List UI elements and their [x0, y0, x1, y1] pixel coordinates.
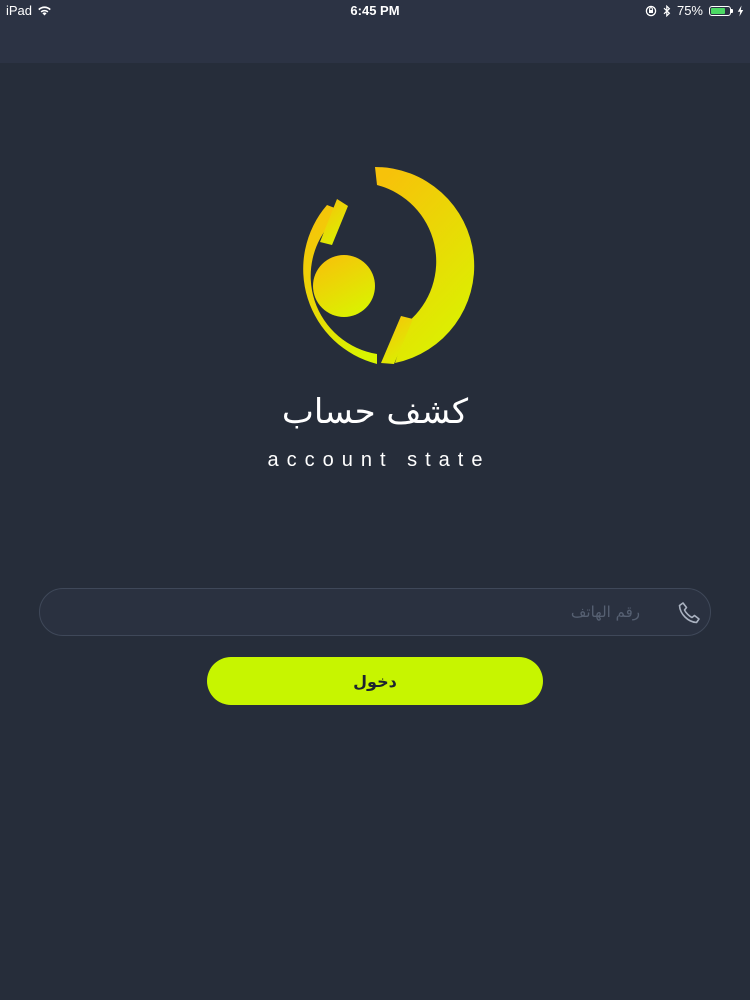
navigation-bar [0, 22, 750, 63]
battery-icon [709, 5, 733, 16]
phone-icon [678, 602, 700, 624]
battery-level-fill [711, 7, 725, 14]
login-button[interactable]: دخول [207, 657, 543, 705]
orientation-lock-icon [645, 5, 657, 16]
status-bar: iPad 6:45 PM 75% [0, 0, 750, 22]
phone-field[interactable] [39, 588, 711, 636]
bluetooth-icon [663, 4, 671, 17]
charging-bolt-icon [737, 5, 744, 16]
clock: 6:45 PM [350, 3, 400, 18]
brand-logo-icon [303, 166, 475, 364]
phone-input[interactable] [60, 589, 642, 635]
battery-percent: 75% [676, 3, 703, 18]
brand-name-english: account state [267, 449, 491, 471]
brand-name-arabic: كشف حساب [281, 392, 469, 432]
status-right: 75% [645, 3, 744, 18]
